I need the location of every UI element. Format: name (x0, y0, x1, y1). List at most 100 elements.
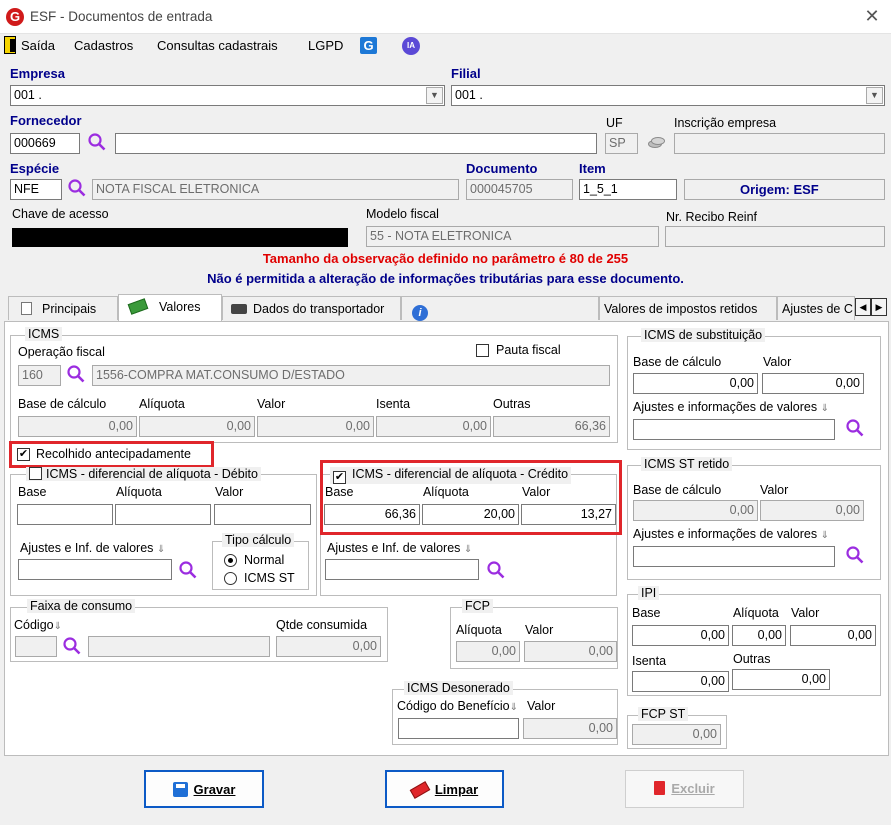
menu-saida[interactable]: Saída (21, 38, 55, 53)
filial-dropdown-icon[interactable]: ▼ (866, 87, 883, 104)
truck-icon (231, 304, 247, 314)
tab-valores[interactable]: Valores (118, 294, 222, 321)
ipi-valor-label: Valor (791, 606, 820, 620)
empresa-dropdown-icon[interactable]: ▼ (426, 87, 443, 104)
fornecedor-name-field[interactable] (115, 133, 597, 154)
excluir-button[interactable]: Excluir (625, 770, 744, 808)
difal-credito-aliquota-field[interactable]: 20,00 (422, 504, 519, 525)
difal-debito-ajustes-field[interactable] (18, 559, 172, 580)
gravar-button[interactable]: Gravar (144, 770, 264, 808)
empresa-select[interactable]: 001 . (10, 85, 445, 106)
inscricao-label: Inscrição empresa (674, 116, 777, 130)
close-icon[interactable]: ✕ (860, 6, 884, 28)
faixa-codigo-field (15, 636, 57, 657)
filial-label: Filial (451, 66, 481, 81)
menu-bar: Saída Cadastros Consultas cadastrais LGP… (0, 34, 891, 58)
ia-icon[interactable]: IA (402, 37, 420, 55)
ipi-outras-field[interactable]: 0,00 (732, 669, 830, 690)
info-icon: i (412, 305, 428, 321)
difal-debito-base-label: Base (18, 485, 47, 499)
icms-sub-base-field[interactable]: 0,00 (633, 373, 758, 394)
uf-field: SP (605, 133, 638, 154)
menu-consultas-cadastrais[interactable]: Consultas cadastrais (157, 38, 278, 53)
ipi-isenta-field[interactable]: 0,00 (632, 671, 729, 692)
tipo-icmsst-radio[interactable] (224, 572, 237, 585)
tab-valores-impostos-retidos[interactable]: Valores de impostos retidos (599, 296, 777, 320)
icms-st-ajustes-field[interactable] (633, 546, 835, 567)
faixa-qtde-label: Qtde consumida (276, 618, 368, 632)
ipi-title: IPI (638, 586, 660, 600)
difal-credito-ajustes-search-icon[interactable] (486, 560, 506, 580)
tab-scroll-left-icon[interactable]: ◀ (855, 298, 871, 316)
tab-scroll-right-icon[interactable]: ▶ (871, 298, 887, 316)
tab-ajustes[interactable]: Ajustes de C (777, 296, 855, 320)
especie-name-field: NOTA FISCAL ELETRONICA (92, 179, 459, 200)
menu-cadastros[interactable]: Cadastros (74, 38, 133, 53)
faixa-search-icon[interactable] (62, 636, 82, 656)
icms-base-label: Base de cálculo (18, 397, 107, 411)
origem-label: Origem: ESF (740, 182, 819, 197)
down-arrow-icon: ⇓ (820, 403, 829, 414)
fcp-aliquota-field: 0,00 (456, 641, 520, 662)
tipo-icmsst-label: ICMS ST (244, 571, 295, 585)
icms-sub-search-icon[interactable] (845, 418, 865, 438)
icms-st-search-icon[interactable] (845, 545, 865, 565)
icms-sub-ajustes-field[interactable] (633, 419, 835, 440)
tab-strip: Principais Valores Dados do transportado… (4, 294, 891, 321)
item-field[interactable]: 1_5_1 (579, 179, 677, 200)
difal-debito-aliquota-field[interactable] (115, 504, 211, 525)
especie-code-field[interactable]: NFE (10, 179, 62, 200)
operacao-code-field: 160 (18, 365, 61, 386)
desonerado-title: ICMS Desonerado (404, 681, 513, 695)
exit-door-icon[interactable] (4, 36, 16, 54)
icms-title: ICMS (25, 327, 63, 341)
difal-credito-checkbox[interactable]: ✔ (333, 471, 346, 484)
ipi-base-field[interactable]: 0,00 (632, 625, 729, 646)
modelo-label: Modelo fiscal (366, 207, 439, 221)
operacao-search-icon[interactable] (66, 364, 86, 384)
app-g-icon[interactable]: G (360, 37, 377, 54)
faixa-qtde-field: 0,00 (276, 636, 381, 657)
limpar-button[interactable]: Limpar (385, 770, 504, 808)
difal-credito-base-field[interactable]: 66,36 (324, 504, 420, 525)
menu-lgpd[interactable]: LGPD (308, 38, 343, 53)
desonerado-codigo-field[interactable] (398, 718, 519, 739)
faixa-desc-field (88, 636, 270, 657)
recolhido-checkbox[interactable]: ✔ (17, 448, 30, 461)
uf-coins-icon (646, 136, 666, 150)
icms-valor-label: Valor (257, 397, 286, 411)
warning-message: Tamanho da observação definido no parâme… (262, 251, 629, 266)
title-bar: G ESF - Documentos de entrada ✕ (0, 0, 891, 34)
difal-debito-valor-field[interactable] (214, 504, 311, 525)
ipi-aliquota-field[interactable]: 0,00 (732, 625, 786, 646)
down-arrow-icon: ⇓ (509, 702, 518, 713)
difal-debito-aliquota-label: Alíquota (116, 485, 162, 499)
difal-debito-valor-label: Valor (215, 485, 244, 499)
fcp-st-title: FCP ST (638, 707, 689, 721)
pauta-checkbox[interactable] (476, 344, 489, 357)
icms-sub-valor-field[interactable]: 0,00 (762, 373, 864, 394)
difal-credito-base-label: Base (325, 485, 354, 499)
money-icon (127, 298, 149, 315)
difal-debito-checkbox[interactable] (29, 467, 42, 480)
tab-principais[interactable]: Principais (8, 296, 118, 320)
difal-debito-ajustes-label: Ajustes e Inf. de valores ⇓ (20, 541, 166, 555)
tipo-normal-label: Normal (244, 553, 285, 567)
tipo-normal-radio[interactable] (224, 554, 237, 567)
difal-credito-valor-field[interactable]: 13,27 (521, 504, 616, 525)
tab-info[interactable]: i (401, 296, 599, 321)
difal-debito-ajustes-search-icon[interactable] (178, 560, 198, 580)
fornecedor-search-icon[interactable] (87, 132, 107, 152)
desonerado-valor-field: 0,00 (523, 718, 617, 739)
fornecedor-code-field[interactable]: 000669 (10, 133, 80, 154)
especie-search-icon[interactable] (67, 178, 87, 198)
chave-redacted-field[interactable] (12, 228, 348, 247)
icms-aliquota-field: 0,00 (139, 416, 255, 437)
difal-debito-base-field[interactable] (17, 504, 113, 525)
icms-st-base-label: Base de cálculo (633, 483, 722, 497)
icms-outras-field: 66,36 (493, 416, 610, 437)
filial-select[interactable]: 001 . (451, 85, 885, 106)
difal-credito-ajustes-field[interactable] (325, 559, 479, 580)
tab-dados-transportador[interactable]: Dados do transportador (222, 296, 401, 320)
ipi-valor-field[interactable]: 0,00 (790, 625, 876, 646)
